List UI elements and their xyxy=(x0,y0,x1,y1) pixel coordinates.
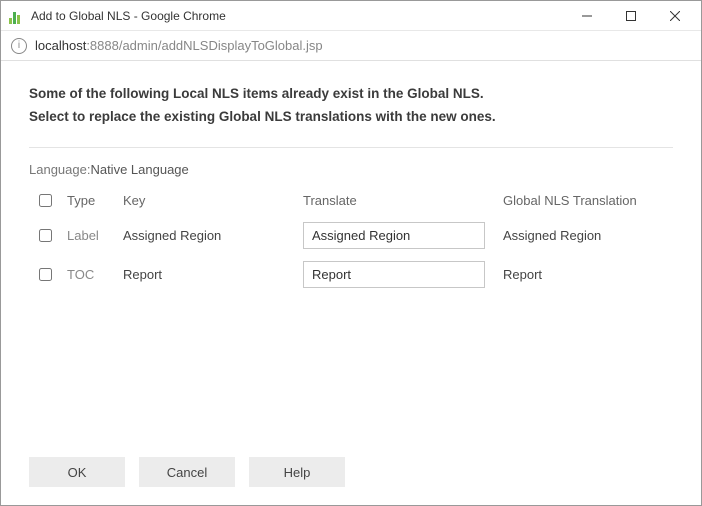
language-value: Native Language xyxy=(90,162,188,177)
nls-table: Type Key Translate Global NLS Translatio… xyxy=(29,185,673,294)
cell-key: Report xyxy=(117,255,297,294)
intro-line-1: Some of the following Local NLS items al… xyxy=(29,83,673,106)
table-row: Label Assigned Region Assigned Region xyxy=(29,216,673,255)
language-row: Language:Native Language xyxy=(29,162,673,177)
language-label: Language: xyxy=(29,162,90,177)
cell-global: Report xyxy=(497,255,673,294)
divider xyxy=(29,147,673,148)
button-bar: OK Cancel Help xyxy=(29,439,673,487)
page-content: Some of the following Local NLS items al… xyxy=(1,61,701,505)
close-button[interactable] xyxy=(653,2,697,30)
help-button[interactable]: Help xyxy=(249,457,345,487)
select-all-checkbox[interactable] xyxy=(39,194,52,207)
header-type: Type xyxy=(61,185,117,216)
app-icon xyxy=(9,8,25,24)
row-checkbox[interactable] xyxy=(39,229,52,242)
header-key: Key xyxy=(117,185,297,216)
cell-type: Label xyxy=(61,216,117,255)
minimize-button[interactable] xyxy=(565,2,609,30)
cancel-button[interactable]: Cancel xyxy=(139,457,235,487)
url-rest: :8888/admin/addNLSDisplayToGlobal.jsp xyxy=(86,38,322,53)
translate-input[interactable] xyxy=(303,261,485,288)
cell-type: TOC xyxy=(61,255,117,294)
header-translate: Translate xyxy=(297,185,497,216)
table-row: TOC Report Report xyxy=(29,255,673,294)
header-global: Global NLS Translation xyxy=(497,185,673,216)
window-title: Add to Global NLS - Google Chrome xyxy=(31,9,565,23)
intro-line-2: Select to replace the existing Global NL… xyxy=(29,106,673,129)
intro-text: Some of the following Local NLS items al… xyxy=(29,83,673,129)
translate-input[interactable] xyxy=(303,222,485,249)
address-bar[interactable]: i localhost:8888/admin/addNLSDisplayToGl… xyxy=(1,31,701,61)
site-info-icon[interactable]: i xyxy=(11,38,27,54)
row-checkbox[interactable] xyxy=(39,268,52,281)
cell-key: Assigned Region xyxy=(117,216,297,255)
window-titlebar: Add to Global NLS - Google Chrome xyxy=(1,1,701,31)
url-host: localhost xyxy=(35,38,86,53)
cell-global: Assigned Region xyxy=(497,216,673,255)
ok-button[interactable]: OK xyxy=(29,457,125,487)
maximize-button[interactable] xyxy=(609,2,653,30)
